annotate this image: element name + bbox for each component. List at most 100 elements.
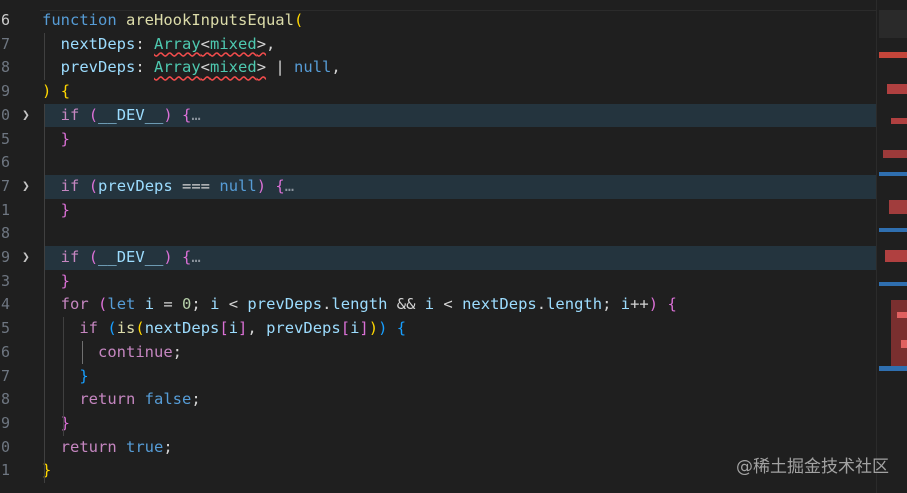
code-text: function areHookInputsEqual(: [42, 9, 303, 33]
chevron-right-icon[interactable]: ❯: [22, 104, 30, 128]
code-token: [: [340, 319, 351, 338]
code-token: ++: [630, 295, 649, 314]
line-number: 1: [0, 461, 10, 480]
line-number: 8: [0, 390, 10, 409]
folded-code-line[interactable]: 7 ❯ if (prevDeps === null) {…: [1, 174, 876, 199]
code-token: prevDeps: [247, 295, 323, 314]
code-token: [: [219, 319, 229, 338]
line-number: 3: [0, 271, 10, 290]
code-token: (: [88, 105, 99, 124]
indent-guide: [44, 32, 45, 81]
code-token: let: [107, 295, 136, 314]
code-token: (: [135, 319, 145, 338]
line-number: 1: [0, 200, 10, 219]
code-token: (: [293, 11, 304, 29]
line-number: 7: [0, 34, 10, 53]
code-token: mixed: [210, 34, 257, 53]
overview-error-mark: [885, 250, 907, 262]
code-token: ): [368, 319, 379, 338]
code-line[interactable]: 8 return false;: [0, 388, 876, 412]
code-line[interactable]: 7 nextDeps: Array<mixed>,: [0, 33, 876, 57]
code-token: if: [60, 105, 80, 124]
code-token: 0: [182, 295, 192, 314]
code-token: <: [219, 295, 248, 314]
chevron-right-icon[interactable]: ❯: [22, 175, 30, 199]
code-token: nextDeps: [60, 34, 136, 53]
line-number: 6: [0, 11, 10, 29]
code-line[interactable]: 8 prevDeps: Array<mixed> | null,: [0, 56, 876, 80]
overview-error-mark: [901, 340, 907, 348]
code-text: }: [42, 365, 88, 389]
code-token: null: [219, 176, 257, 195]
code-text: if (prevDeps === null) {…: [42, 175, 294, 199]
overview-error-mark: [883, 150, 907, 158]
code-line[interactable]: 1 }: [0, 199, 876, 223]
code-token: null: [294, 58, 332, 77]
code-line[interactable]: 6 function areHookInputsEqual(: [0, 9, 876, 33]
overview-error-mark: [891, 118, 907, 124]
code-token: (: [88, 176, 99, 195]
code-line[interactable]: 6: [0, 151, 876, 175]
code-token: :: [135, 34, 154, 53]
code-text: if (__DEV__) {…: [42, 104, 201, 128]
line-number: 6: [0, 153, 10, 172]
folded-code-line[interactable]: 9 ❯ if (__DEV__) {…: [1, 246, 876, 270]
code-editor[interactable]: 6 function areHookInputsEqual(7 nextDeps:…: [0, 0, 907, 493]
code-token: if: [79, 319, 98, 338]
code-line[interactable]: 9) {: [0, 80, 876, 104]
code-token: continue: [98, 342, 173, 361]
code-token: ): [163, 248, 173, 266]
code-token: }: [60, 200, 71, 219]
code-token: …: [191, 248, 201, 266]
code-token: |: [266, 58, 295, 77]
folded-code-line[interactable]: 0 ❯ if (__DEV__) {…: [1, 103, 876, 128]
code-token: if: [60, 176, 80, 195]
code-token: i: [620, 295, 631, 314]
code-token: length: [331, 295, 388, 314]
code-token: true: [126, 437, 164, 456]
code-token: }: [60, 271, 71, 290]
code-token: ;: [602, 295, 621, 314]
code-token: {: [396, 319, 407, 338]
code-token: &&: [387, 295, 425, 314]
code-token: …: [191, 105, 201, 124]
overview-error-mark: [889, 200, 907, 214]
code-token: ): [648, 295, 659, 314]
code-token: Array: [154, 34, 201, 53]
scrollbar-thumb[interactable]: [879, 10, 907, 38]
code-token: .: [536, 295, 547, 314]
code-token: ): [42, 82, 52, 101]
code-token: i: [228, 319, 239, 338]
code-token: __DEV__: [98, 248, 164, 266]
code-token: ,: [247, 319, 267, 338]
code-text: if (is(nextDeps[i], prevDeps[i])) {: [42, 317, 406, 341]
code-text: }: [42, 128, 70, 152]
chevron-right-icon[interactable]: ❯: [22, 246, 30, 270]
code-line[interactable]: 8: [0, 222, 876, 246]
code-text: }: [42, 199, 70, 223]
code-line[interactable]: 6 continue;: [0, 341, 876, 365]
code-token: prevDeps: [98, 176, 173, 195]
code-line[interactable]: 5 }: [0, 128, 876, 152]
vertical-scrollbar[interactable]: [876, 0, 907, 493]
code-token: {: [275, 176, 285, 195]
overview-selection-mark: [879, 228, 907, 232]
code-token: nextDeps: [462, 295, 537, 314]
code-line[interactable]: 5 if (is(nextDeps[i], prevDeps[i])) {: [0, 317, 876, 341]
code-line[interactable]: 3 }: [0, 270, 876, 294]
code-token: {: [182, 248, 192, 266]
code-line[interactable]: 9 }: [0, 412, 876, 436]
code-line[interactable]: 7 }: [0, 365, 876, 389]
code-token: is: [116, 319, 136, 338]
code-token: <: [200, 34, 211, 53]
code-line[interactable]: 4 for (let i = 0; i < prevDeps.length &&…: [0, 293, 876, 317]
line-number: 8: [0, 224, 10, 243]
code-text: nextDeps: Array<mixed>,: [42, 33, 276, 57]
